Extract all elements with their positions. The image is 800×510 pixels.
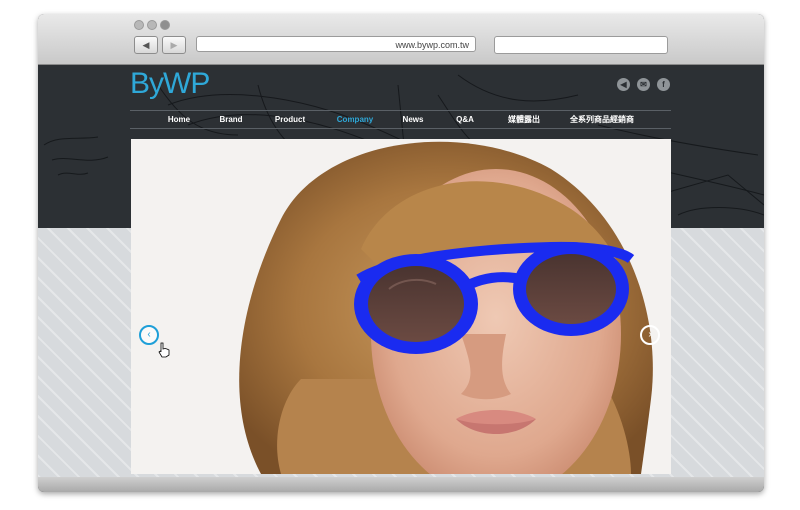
slider-next-button[interactable]: › (640, 325, 660, 345)
nav-item-media[interactable]: 媒體露出 (508, 111, 540, 128)
nav-item-product[interactable]: Product (275, 111, 305, 128)
facebook-icon[interactable]: f (657, 78, 670, 91)
url-text: www.bywp.com.tw (395, 40, 469, 50)
address-bar[interactable]: www.bywp.com.tw (196, 36, 476, 52)
window-zoom-button[interactable] (160, 20, 170, 30)
main-navigation: Home Brand Product Company News Q&A 媒體露出… (130, 110, 671, 129)
back-button[interactable]: ◀ (134, 36, 158, 54)
forward-button[interactable]: ▶ (162, 36, 186, 54)
mail-icon[interactable]: ✉ (637, 78, 650, 91)
chevron-left-icon: ‹ (147, 329, 151, 340)
nav-item-company[interactable]: Company (337, 111, 373, 128)
nav-item-dealers[interactable]: 全系列商品經銷商 (570, 111, 634, 128)
back-arrow-icon: ◀ (142, 40, 150, 50)
browser-window: ◀ ▶ www.bywp.com.tw ByWP ◀ ✉ f Home Bran… (38, 14, 764, 492)
browser-toolbar: ◀ ▶ www.bywp.com.tw (38, 14, 764, 65)
window-minimize-button[interactable] (147, 20, 157, 30)
nav-item-news[interactable]: News (403, 111, 424, 128)
slider-prev-button[interactable]: ‹ (139, 325, 159, 345)
search-input[interactable] (494, 36, 668, 54)
browser-status-bar (38, 477, 764, 492)
nav-item-home[interactable]: Home (168, 111, 190, 128)
nav-item-qa[interactable]: Q&A (456, 111, 474, 128)
hero-slide-image (131, 139, 671, 474)
forward-arrow-icon: ▶ (170, 40, 178, 50)
hero-photo (131, 139, 671, 474)
web-page: ByWP ◀ ✉ f Home Brand Product Company Ne… (38, 65, 764, 477)
nav-item-brand[interactable]: Brand (219, 111, 242, 128)
sound-icon[interactable]: ◀ (617, 78, 630, 91)
chevron-right-icon: › (648, 329, 652, 340)
site-logo[interactable]: ByWP (130, 67, 210, 101)
hand-cursor-icon (158, 342, 170, 358)
window-close-button[interactable] (134, 20, 144, 30)
